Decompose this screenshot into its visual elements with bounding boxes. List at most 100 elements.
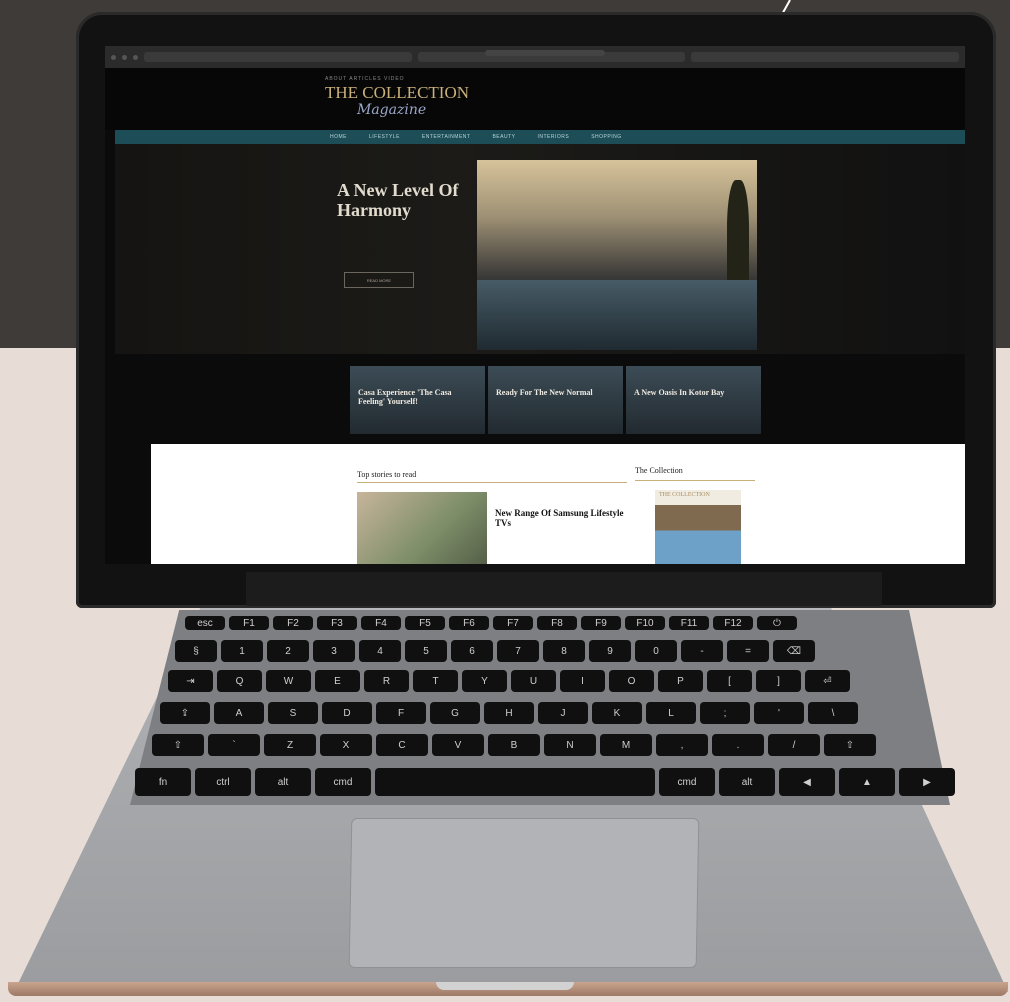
keyboard-key[interactable]: T [413,670,458,692]
keyboard-key[interactable]: F11 [669,616,709,630]
keyboard-key[interactable]: R [364,670,409,692]
keyboard-key[interactable]: J [538,702,588,724]
keyboard-key[interactable]: ⌫ [773,640,815,662]
keyboard-key[interactable]: . [712,734,764,756]
keyboard-key[interactable]: Z [264,734,316,756]
keyboard-key[interactable]: ⇪ [160,702,210,724]
keyboard-key[interactable]: fn [135,768,191,796]
hero-read-more-button[interactable]: READ MORE [344,272,414,288]
keyboard-key[interactable]: Y [462,670,507,692]
keyboard-key[interactable]: G [430,702,480,724]
keyboard-key[interactable]: F3 [317,616,357,630]
keyboard-key[interactable] [375,768,655,796]
keyboard-key[interactable]: ' [754,702,804,724]
keyboard-key[interactable]: F8 [537,616,577,630]
keyboard-key[interactable]: F4 [361,616,401,630]
featured-card[interactable]: A New Oasis In Kotor Bay [626,366,761,434]
nav-item-lifestyle[interactable]: LIFESTYLE [369,134,400,140]
keyboard-key[interactable]: F9 [581,616,621,630]
keyboard-key[interactable]: F2 [273,616,313,630]
keyboard-key[interactable]: P [658,670,703,692]
magazine-cover[interactable]: THE COLLECTION [655,490,741,564]
keyboard-key[interactable]: B [488,734,540,756]
keyboard-key[interactable]: ] [756,670,801,692]
keyboard-key[interactable]: \ [808,702,858,724]
keyboard-key[interactable]: F1 [229,616,269,630]
featured-card[interactable]: Ready For The New Normal [488,366,623,434]
nav-item-entertainment[interactable]: ENTERTAINMENT [422,134,471,140]
keyboard-key[interactable]: X [320,734,372,756]
keyboard-key[interactable]: 6 [451,640,493,662]
keyboard-key[interactable]: = [727,640,769,662]
keyboard-key[interactable]: 3 [313,640,355,662]
trackpad[interactable] [348,818,700,968]
keyboard-key[interactable]: V [432,734,484,756]
story-title[interactable]: New Range Of Samsung Lifestyle TVs [495,508,625,528]
keyboard-key[interactable]: / [768,734,820,756]
browser-tab[interactable] [144,52,412,62]
site-logo[interactable]: THE COLLECTION [325,84,469,101]
keyboard-key[interactable]: - [681,640,723,662]
keyboard-key[interactable]: ⇧ [152,734,204,756]
keyboard-key[interactable]: cmd [659,768,715,796]
keyboard-key[interactable]: A [214,702,264,724]
keyboard-key[interactable]: cmd [315,768,371,796]
keyboard-key[interactable]: esc [185,616,225,630]
story-image[interactable] [357,492,487,564]
keyboard-key[interactable]: 2 [267,640,309,662]
keyboard-key[interactable]: ▶ [899,768,955,796]
keyboard-key[interactable]: alt [719,768,775,796]
nav-item-shopping[interactable]: SHOPPING [591,134,621,140]
keyboard-key[interactable]: ▲ [839,768,895,796]
keyboard-key[interactable]: 4 [359,640,401,662]
keyboard-key[interactable]: ` [208,734,260,756]
address-bar[interactable] [485,50,605,56]
keyboard-key[interactable]: ◀ [779,768,835,796]
keyboard-key[interactable]: 9 [589,640,631,662]
keyboard-key[interactable]: I [560,670,605,692]
featured-card[interactable]: Casa Experience 'The Casa Feeling' Yours… [350,366,485,434]
nav-item-beauty[interactable]: BEAUTY [492,134,515,140]
keyboard-key[interactable]: alt [255,768,311,796]
keyboard-key[interactable]: 8 [543,640,585,662]
keyboard-key[interactable]: 0 [635,640,677,662]
keyboard-key[interactable]: S [268,702,318,724]
maximize-window-icon[interactable] [133,54,138,60]
keyboard-key[interactable]: E [315,670,360,692]
keyboard-key[interactable]: D [322,702,372,724]
top-links[interactable]: ABOUT ARTICLES VIDEO [325,76,405,82]
hero-image[interactable] [477,160,757,350]
nav-item-interiors[interactable]: INTERIORS [537,134,569,140]
browser-tab[interactable] [691,52,960,62]
close-window-icon[interactable] [111,54,116,60]
keyboard-key[interactable]: M [600,734,652,756]
keyboard-key[interactable]: H [484,702,534,724]
nav-item-home[interactable]: HOME [330,134,347,140]
keyboard-key[interactable]: ctrl [195,768,251,796]
keyboard-key[interactable]: § [175,640,217,662]
keyboard-key[interactable]: Q [217,670,262,692]
keyboard-key[interactable]: N [544,734,596,756]
keyboard-key[interactable]: K [592,702,642,724]
keyboard-key[interactable]: ⇥ [168,670,213,692]
keyboard-key[interactable]: F6 [449,616,489,630]
keyboard-key[interactable]: [ [707,670,752,692]
keyboard-key[interactable]: F12 [713,616,753,630]
keyboard-key[interactable]: ⏎ [805,670,850,692]
keyboard-key[interactable]: ⏻ [757,616,797,630]
keyboard-key[interactable]: O [609,670,654,692]
keyboard-key[interactable]: F [376,702,426,724]
keyboard-key[interactable]: F5 [405,616,445,630]
keyboard-key[interactable]: W [266,670,311,692]
keyboard-key[interactable]: 7 [497,640,539,662]
minimize-window-icon[interactable] [122,54,127,60]
keyboard-key[interactable]: L [646,702,696,724]
keyboard-key[interactable]: U [511,670,556,692]
keyboard-key[interactable]: C [376,734,428,756]
keyboard-key[interactable]: F7 [493,616,533,630]
keyboard-key[interactable]: 1 [221,640,263,662]
keyboard-key[interactable]: F10 [625,616,665,630]
keyboard-key[interactable]: ; [700,702,750,724]
keyboard-key[interactable]: 5 [405,640,447,662]
keyboard-key[interactable]: ⇧ [824,734,876,756]
